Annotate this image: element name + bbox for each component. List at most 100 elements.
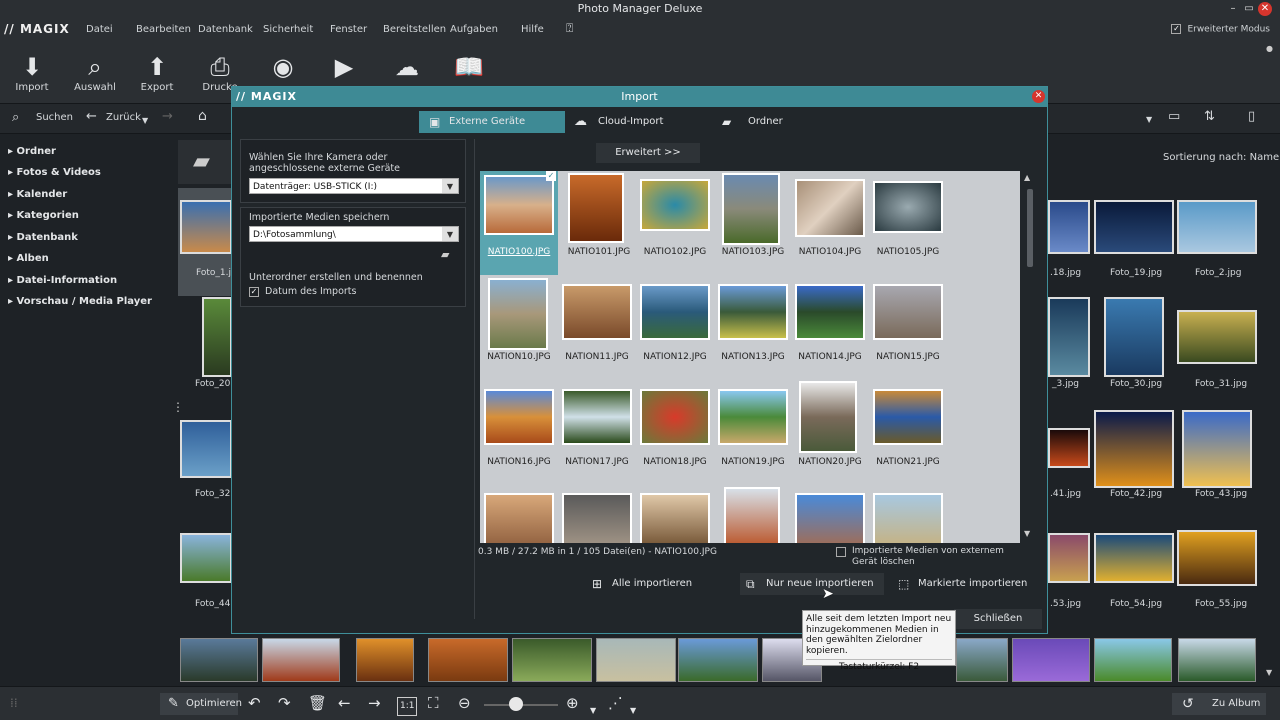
to-album-button[interactable]: ↺ Zu Album [1172,693,1266,715]
maximize-icon[interactable]: ▭ [1242,2,1256,16]
sort-chevron-icon[interactable]: ▼ [1146,115,1152,124]
sidebar-item-alben[interactable]: ▸ Alben [8,253,49,264]
import-item[interactable]: NATION13.JPG [714,276,792,376]
folder-up-tile[interactable]: ▰ [178,140,232,184]
import-item[interactable]: NATION12.JPG [636,276,714,376]
import-item[interactable]: NATIO105.JPG [869,171,947,271]
scroll-up-icon[interactable]: ▲ [1024,173,1030,182]
thumbnail[interactable] [1177,200,1257,254]
import-item[interactable] [636,487,714,543]
import-item[interactable]: NATIO102.JPG [636,171,714,271]
import-item[interactable]: NATION16.JPG [480,381,558,481]
thumbnail[interactable] [1177,310,1257,364]
menu-bearbeiten[interactable]: Bearbeiten [136,24,191,35]
import-item[interactable]: NATION18.JPG [636,381,714,481]
tab-externe-geraete[interactable]: ▣ Externe Geräte [419,111,565,133]
menu-sicherheit[interactable]: Sicherheit [263,24,313,35]
import-item[interactable]: ✓ NATIO100.JPG [480,171,558,275]
import-item[interactable]: NATIO103.JPG [714,171,792,271]
effects-icon[interactable]: ⋰ [608,696,623,711]
thumbnail[interactable] [1048,428,1090,468]
help-icon[interactable]: ⍰ [566,21,573,36]
zoom-menu-chevron-icon[interactable]: ▼ [590,703,596,718]
delete-after-import-option[interactable]: Importierte Medien von externem Gerät lö… [836,546,1026,568]
thumbnail[interactable] [1094,410,1174,488]
import-item[interactable]: NATION17.JPG [558,381,636,481]
fullscreen-icon[interactable]: ⛶ [428,696,439,711]
filmstrip-thumbnail[interactable] [512,638,592,682]
zoom-out-icon[interactable]: ⊖ [458,696,471,711]
thumbnail[interactable] [1177,530,1257,586]
home-icon[interactable]: ⌂ [198,108,207,124]
sidebar-item-datenbank[interactable]: ▸ Datenbank [8,232,78,243]
sidebar-item-kalender[interactable]: ▸ Kalender [8,189,67,200]
import-item[interactable] [558,487,636,543]
filmstrip-thumbnail[interactable] [1012,638,1090,682]
zoom-slider-handle[interactable] [509,697,523,711]
sidebar-item-fotos-videos[interactable]: ▸ Fotos & Videos [8,167,101,178]
resize-handle-icon[interactable]: ⋮ [172,400,184,414]
import-item[interactable] [791,487,869,543]
import-item[interactable]: NATION10.JPG [480,276,558,376]
sidebar-item-ordner[interactable]: ▸ Ordner [8,146,56,157]
sidebar-item-kategorien[interactable]: ▸ Kategorien [8,210,79,221]
thumbnail[interactable] [202,297,232,377]
thumbnail[interactable] [1094,200,1174,254]
minimize-icon[interactable]: – [1226,2,1240,16]
filmstrip-thumbnail[interactable] [1178,638,1256,682]
filmstrip-thumbnail[interactable] [1094,638,1172,682]
filmstrip-thumbnail[interactable] [356,638,414,682]
delete-icon[interactable]: 🗑 [308,696,327,711]
tab-ordner[interactable]: ▰ Ordner [720,111,820,133]
filmstrip-thumbnail[interactable] [596,638,676,682]
import-item[interactable] [480,487,558,543]
menu-aufgaben[interactable]: Aufgaben [450,24,498,35]
import-button[interactable]: ⬇ Import [4,52,60,93]
arrow-left-icon[interactable]: ← [86,109,97,124]
thumbnail[interactable] [180,533,232,583]
thumbnail[interactable] [1104,297,1164,377]
thumbnail[interactable] [180,420,232,478]
sidebar-item-vorschau[interactable]: ▸ Vorschau / Media Player [8,296,152,307]
import-item[interactable]: NATIO104.JPG [791,171,869,271]
filmstrip-thumbnail[interactable] [180,638,258,682]
back-button[interactable]: Zurück [106,112,141,123]
import-item[interactable]: NATION20.JPG [791,381,869,481]
effects-chevron-icon[interactable]: ▼ [630,703,636,718]
rotate-left-icon[interactable]: ↶ [248,696,261,711]
tab-cloud-import[interactable]: ☁ Cloud-Import [572,111,702,133]
prev-icon[interactable]: ← [338,696,351,711]
cloud-button[interactable]: ☁ [379,52,435,82]
optimize-button[interactable]: ✎ Optimieren [160,693,242,715]
play-button[interactable]: ▶ [316,52,372,82]
grip-icon[interactable]: ⁞⁞ [10,696,18,711]
save-path-select[interactable]: D:\Fotosammlung\ ▼ [249,226,459,242]
search-button[interactable]: Suchen [36,112,73,123]
chevron-down-icon[interactable]: ▼ [142,116,148,125]
thumbnail[interactable] [1048,200,1090,254]
camera-select[interactable]: Datenträger: USB-STICK (I:) ▼ [249,178,459,194]
menu-hilfe[interactable]: Hilfe [521,24,544,35]
actual-size-icon[interactable]: 1:1 [397,697,418,716]
filmstrip-thumbnail[interactable] [262,638,340,682]
advanced-button[interactable]: Erweitert >> [596,143,700,163]
search-icon[interactable]: ⌕ [12,110,19,125]
selection-button[interactable]: ⌕ Auswahl [67,52,123,93]
export-button[interactable]: ⬆ Export [129,52,185,93]
disc-button[interactable]: ◉ [255,52,311,82]
import-item[interactable]: NATION11.JPG [558,276,636,376]
menu-fenster[interactable]: Fenster [330,24,367,35]
view-icon[interactable]: ▭ [1168,109,1180,124]
sort-label[interactable]: Sortierung nach: Name [1163,152,1279,163]
arrow-right-icon[interactable]: → [162,109,173,124]
import-marked-button[interactable]: ⬚ Markierte importieren [898,573,1027,595]
close-icon[interactable]: ✕ [1258,2,1272,16]
browse-folder-icon[interactable]: ▰ [441,248,449,261]
advanced-mode-toggle[interactable]: ✓ Erweiterter Modus [1171,24,1270,35]
import-item[interactable]: NATIO101.JPG [560,171,638,271]
book-button[interactable]: 📖 [441,52,497,82]
filmstrip-thumbnail[interactable] [956,638,1008,682]
close-button[interactable]: Schließen [954,609,1042,629]
sort-order-icon[interactable]: ⇅ [1204,109,1215,124]
thumbnail[interactable] [1094,533,1174,583]
